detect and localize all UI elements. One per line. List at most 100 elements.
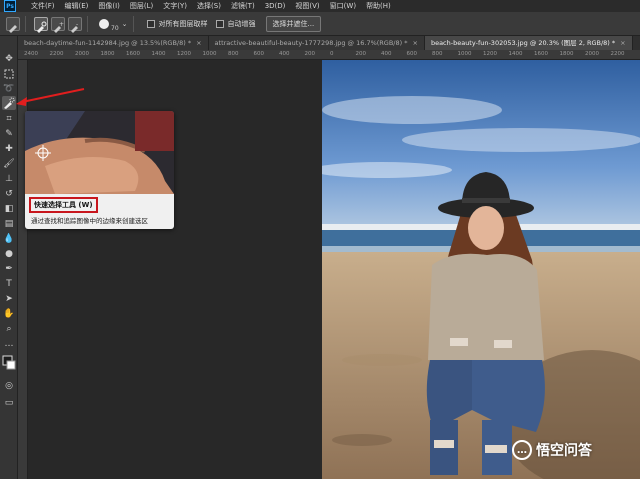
menu-type[interactable]: 文字(Y)	[158, 0, 192, 12]
ruler-tick: 800	[432, 51, 443, 57]
tool-tooltip: 快速选择工具 (W) 通过查找和追踪图像中的边缘来创建选区	[25, 111, 174, 229]
ruler-tick: 200	[355, 51, 367, 57]
quick-mask-icon[interactable]: ◎	[2, 379, 16, 393]
marquee-icon[interactable]	[2, 67, 16, 81]
ruler-tick: 2200	[610, 51, 625, 57]
menu-filter[interactable]: 滤镜(T)	[226, 0, 260, 12]
speech-bubble-icon: …	[512, 440, 532, 460]
menu-view[interactable]: 视图(V)	[290, 0, 324, 12]
eraser-icon[interactable]: ◧	[2, 202, 16, 216]
menu-3d[interactable]: 3D(D)	[260, 0, 291, 12]
watermark-text: 悟空问答	[536, 443, 592, 459]
chevron-down-icon[interactable]: ⌄	[122, 20, 128, 28]
tooltip-title: 快速选择工具 (W)	[29, 197, 98, 213]
subtract-from-selection-icon[interactable]: -	[68, 16, 82, 33]
options-bar: + - 70 ⌄ 对所有图层取样 自动增强 选择并遮住...	[0, 12, 640, 36]
ruler-tick: 2200	[49, 51, 64, 57]
tools-panel: ✥ ➰ ⌗ ✎ ✚ 🖌 ⊥ ↺ ◧ ▤ 💧 ● ✒ T ➤ ✋ ⌕ … ◎ ▭	[0, 36, 18, 479]
close-icon[interactable]: ×	[620, 36, 625, 50]
ruler-tick: 800	[228, 51, 239, 57]
menu-file[interactable]: 文件(F)	[26, 0, 60, 12]
brush-size-value: 70	[111, 25, 119, 32]
ruler-tick: 1600	[534, 51, 548, 57]
separator	[87, 15, 88, 32]
zoom-icon[interactable]: ⌕	[2, 322, 16, 336]
select-and-mask-button[interactable]: 选择并遮住...	[265, 15, 322, 32]
menu-layer[interactable]: 图层(L)	[125, 0, 158, 12]
menu-bar: Ps 文件(F) 编辑(E) 图像(I) 图层(L) 文字(Y) 选择(S) 滤…	[0, 0, 640, 12]
checkbox-icon[interactable]	[146, 19, 155, 28]
menu-image[interactable]: 图像(I)	[93, 0, 125, 12]
photoshop-logo: Ps	[4, 0, 16, 12]
ruler-tick: 600	[253, 51, 265, 57]
hand-icon[interactable]: ✋	[2, 307, 16, 321]
move-icon[interactable]: ✥	[2, 52, 16, 66]
ruler-tick: 200	[304, 51, 316, 57]
ruler-tick: 1800	[100, 51, 115, 57]
ruler-tick: 1200	[177, 51, 191, 57]
brush-size-picker[interactable]	[99, 18, 109, 29]
more-icon[interactable]: …	[2, 337, 16, 351]
ruler-tick: 1000	[457, 51, 472, 57]
tab-document-1[interactable]: beach-daytime-fun-1142984.jpg @ 13.5%(RG…	[18, 36, 209, 50]
tab-label: beach-beauty-fun-302053.jpg @ 20.3% (图层 …	[430, 39, 616, 47]
brush-icon[interactable]: 🖌	[2, 157, 16, 171]
ruler-tick: 1800	[559, 51, 574, 57]
ruler-tick: 400	[381, 51, 392, 57]
svg-text:-: -	[76, 21, 78, 28]
tab-document-2[interactable]: attractive-beautiful-beauty-1777298.jpg …	[208, 36, 425, 50]
tooltip-preview-image	[25, 111, 174, 194]
tooltip-description: 通过查找和追踪图像中的边缘来创建选区	[31, 217, 148, 225]
checkbox-icon[interactable]	[215, 19, 224, 28]
sample-all-layers-checkbox[interactable]: 对所有图层取样	[146, 19, 208, 29]
screen-mode-icon[interactable]: ▭	[2, 396, 16, 410]
healing-icon[interactable]: ✚	[2, 142, 16, 156]
close-icon[interactable]: ×	[196, 36, 201, 50]
gradient-icon[interactable]: ▤	[2, 217, 16, 231]
menu-window[interactable]: 窗口(W)	[325, 0, 361, 12]
new-selection-icon[interactable]	[34, 16, 48, 33]
document-photo[interactable]	[322, 60, 640, 479]
ruler-tick: 1400	[508, 51, 523, 57]
stamp-icon[interactable]: ⊥	[2, 172, 16, 186]
ruler-tick: 2000	[585, 51, 599, 57]
dodge-icon[interactable]: ●	[2, 247, 16, 261]
ruler-tick: 1000	[202, 51, 217, 57]
menu-edit[interactable]: 编辑(E)	[60, 0, 94, 12]
menu-help[interactable]: 帮助(H)	[361, 0, 396, 12]
separator	[25, 15, 26, 32]
ruler-tick: 2000	[75, 51, 89, 57]
pen-icon[interactable]: ✒	[2, 262, 16, 276]
type-icon[interactable]: T	[2, 277, 16, 291]
tab-label: attractive-beautiful-beauty-1777298.jpg …	[214, 39, 408, 47]
document-tabs: beach-daytime-fun-1142984.jpg @ 13.5%(RG…	[18, 36, 640, 50]
tool-preset-picker[interactable]	[6, 16, 20, 33]
add-to-selection-icon[interactable]: +	[51, 16, 65, 33]
menu-select[interactable]: 选择(S)	[192, 0, 226, 12]
ruler-tick: 1200	[483, 51, 497, 57]
close-icon[interactable]: ×	[412, 36, 417, 50]
tab-label: beach-daytime-fun-1142984.jpg @ 13.5%(RG…	[24, 39, 192, 47]
ruler-tick: 600	[406, 51, 418, 57]
ruler-tick: 1600	[126, 51, 140, 57]
blur-icon[interactable]: 💧	[2, 232, 16, 246]
auto-enhance-checkbox[interactable]: 自动增强	[215, 19, 256, 29]
history-brush-icon[interactable]: ↺	[2, 187, 16, 201]
ruler-tick: 2400	[24, 51, 38, 57]
auto-enhance-label: 自动增强	[227, 19, 256, 28]
tab-document-3[interactable]: beach-beauty-fun-302053.jpg @ 20.3% (图层 …	[424, 36, 633, 50]
separator	[132, 15, 134, 32]
path-select-icon[interactable]: ➤	[2, 292, 16, 306]
crop-icon[interactable]: ⌗	[2, 112, 16, 126]
watermark: … 悟空问答	[512, 440, 592, 460]
horizontal-ruler: 2400 2200 2000 1800 1600 1400 1200 1000 800 600 40…	[18, 50, 640, 60]
ruler-tick: 0	[330, 51, 334, 57]
svg-text:+: +	[59, 21, 64, 28]
eyedropper-icon[interactable]: ✎	[2, 127, 16, 141]
color-swatch-icon[interactable]	[2, 354, 16, 372]
lasso-icon[interactable]: ➰	[2, 82, 16, 96]
quick-selection-icon[interactable]	[2, 96, 16, 110]
ruler-tick: 1400	[151, 51, 166, 57]
sample-all-layers-label: 对所有图层取样	[158, 19, 208, 28]
ruler-tick: 400	[279, 51, 290, 57]
